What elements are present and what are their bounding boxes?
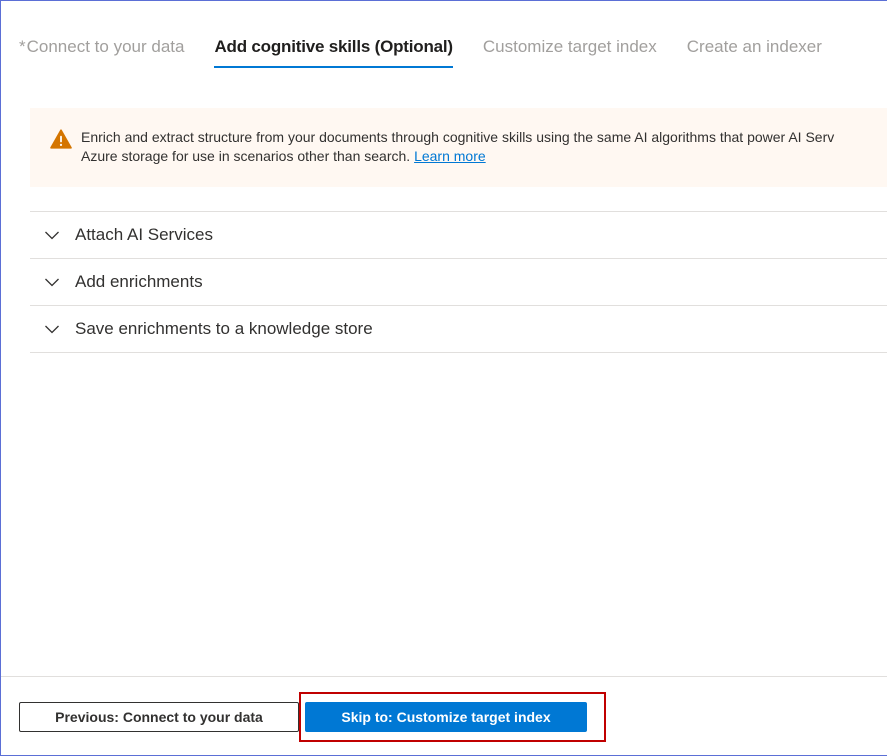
tab-label: Connect to your data	[26, 37, 185, 56]
tab-label: Add cognitive skills (Optional)	[214, 37, 453, 56]
learn-more-link[interactable]: Learn more	[414, 148, 486, 164]
accordion-label: Add enrichments	[75, 272, 203, 291]
chevron-down-icon	[45, 231, 59, 240]
accordion-label: Attach AI Services	[75, 225, 213, 244]
accordion-item-attach-ai-services[interactable]: Attach AI Services	[30, 212, 887, 259]
wizard-steps: *Connect to your data Add cognitive skil…	[19, 35, 852, 68]
previous-button[interactable]: Previous: Connect to your data	[19, 702, 299, 732]
footer-divider	[1, 676, 887, 677]
accordion-label: Save enrichments to a knowledge store	[75, 319, 373, 338]
tab-customize-target-index[interactable]: Customize target index	[483, 35, 657, 66]
accordion: Attach AI Services Add enrichments Save …	[30, 211, 887, 353]
skip-to-customize-target-index-button[interactable]: Skip to: Customize target index	[305, 702, 587, 732]
banner-line-2: Azure storage for use in scenarios other…	[81, 147, 834, 166]
tab-create-an-indexer[interactable]: Create an indexer	[687, 35, 822, 66]
accordion-item-save-enrichments[interactable]: Save enrichments to a knowledge store	[30, 306, 887, 353]
tab-label: Create an indexer	[686, 37, 822, 56]
tab-label: Customize target index	[482, 37, 657, 56]
info-banner: Enrich and extract structure from your d…	[30, 108, 887, 187]
banner-message: Enrich and extract structure from your d…	[81, 128, 834, 166]
wizard-panel: *Connect to your data Add cognitive skil…	[0, 0, 887, 756]
chevron-down-icon	[45, 278, 59, 287]
required-mark: *	[19, 37, 26, 56]
tab-connect-to-your-data[interactable]: *Connect to your data	[19, 35, 184, 66]
banner-line-1: Enrich and extract structure from your d…	[81, 129, 835, 145]
accordion-item-add-enrichments[interactable]: Add enrichments	[30, 259, 887, 306]
warning-icon	[50, 129, 72, 149]
chevron-down-icon	[45, 325, 59, 334]
banner-line-2-text: Azure storage for use in scenarios other…	[81, 148, 411, 164]
tab-add-cognitive-skills[interactable]: Add cognitive skills (Optional)	[214, 35, 453, 68]
